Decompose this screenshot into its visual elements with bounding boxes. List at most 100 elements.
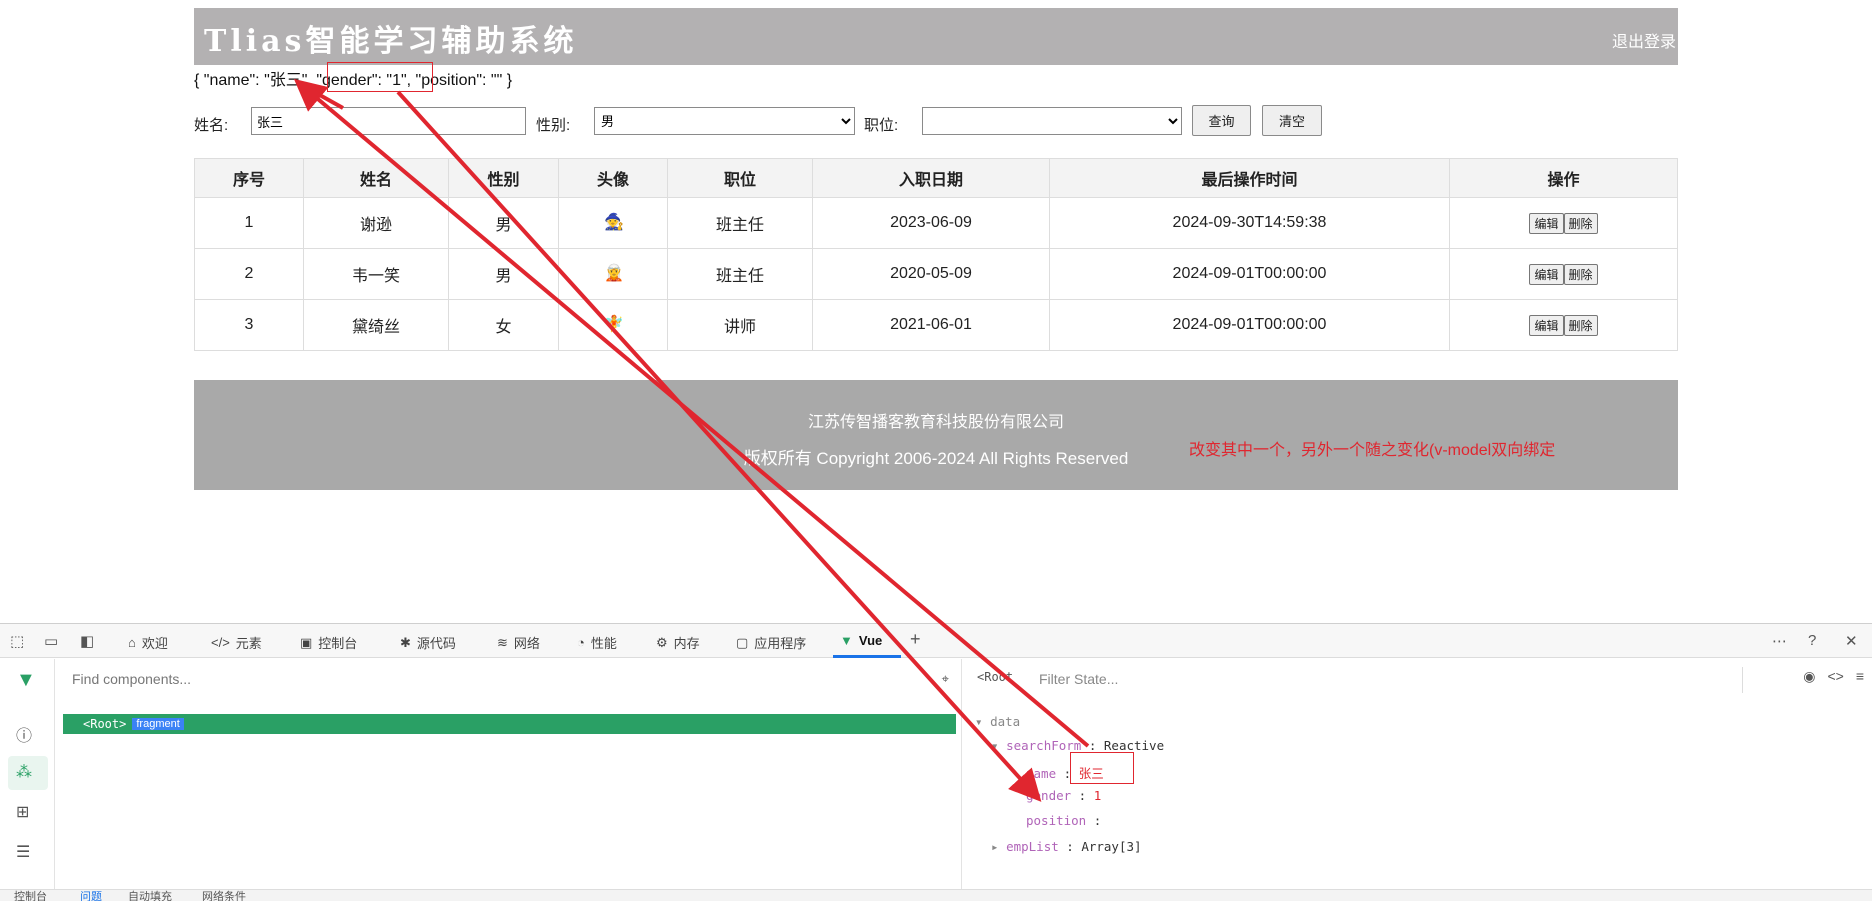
- menu-icon[interactable]: ≡: [1856, 668, 1864, 685]
- company-name: 江苏传智播客教育科技股份有限公司: [807, 414, 1064, 431]
- tree-row-emplist[interactable]: ▸ empList : Array[3]: [991, 839, 1142, 854]
- table-row: 3 黛绮丝 女 🧚 讲师 2021-06-01 2024-09-01T00:00…: [194, 299, 1678, 351]
- tab-label: 欢迎: [141, 636, 168, 651]
- tab-elements[interactable]: </> 元素: [211, 633, 262, 652]
- avatar-image: 🧝: [604, 265, 624, 282]
- cell-position: 讲师: [667, 299, 813, 351]
- cell-no: 3: [194, 299, 304, 351]
- cell-position: 班主任: [667, 248, 813, 300]
- bottom-tab-console[interactable]: 控制台: [14, 888, 47, 901]
- tab-vue[interactable]: ▼ Vue: [840, 633, 882, 648]
- edit-button[interactable]: 编辑: [1529, 212, 1564, 234]
- add-tab-icon[interactable]: +: [910, 629, 921, 650]
- cell-gender: 女: [448, 299, 559, 351]
- query-button[interactable]: 查询: [1192, 105, 1251, 136]
- dock-icon[interactable]: ◧: [80, 632, 94, 650]
- device-icon[interactable]: ▭: [44, 632, 58, 650]
- section-label: data: [990, 714, 1021, 729]
- clear-button[interactable]: 清空: [1262, 105, 1322, 136]
- code-icon: </>: [211, 635, 230, 650]
- tab-label: 控制台: [318, 636, 358, 651]
- state-key: empList: [1006, 839, 1059, 854]
- state-key: searchForm: [1006, 738, 1082, 753]
- position-select[interactable]: [922, 107, 1182, 135]
- cell-name: 韦一笑: [303, 248, 449, 300]
- root-component-label: <Root>: [83, 717, 127, 731]
- tab-performance[interactable]: ◔ 性能: [577, 633, 617, 652]
- edit-button[interactable]: 编辑: [1529, 314, 1564, 336]
- edit-button[interactable]: 编辑: [1529, 263, 1564, 285]
- gender-label: 性别:: [536, 117, 571, 134]
- more-icon[interactable]: ⋯: [1772, 632, 1787, 650]
- header-update-time: 最后操作时间: [1049, 158, 1450, 198]
- header-entry-date: 入职日期: [812, 158, 1050, 198]
- tab-sources[interactable]: ✱ 源代码: [400, 633, 456, 652]
- select-component-icon[interactable]: ⌖: [942, 671, 949, 687]
- tab-console[interactable]: ▣ 控制台: [300, 633, 357, 652]
- tab-application[interactable]: ▢ 应用程序: [736, 633, 806, 652]
- tree-row-data[interactable]: ▾ data: [975, 714, 1020, 729]
- components-icon[interactable]: ⁂: [16, 762, 32, 782]
- state-key: gender: [1026, 788, 1072, 803]
- info-icon[interactable]: ⓘ: [16, 722, 32, 746]
- annotation-note: 改变其中一个，另外一个随之变化(v-model双向绑定: [1189, 442, 1556, 459]
- code-icon[interactable]: <>: [1827, 668, 1843, 685]
- tab-label: 应用程序: [754, 636, 807, 651]
- bug-icon: ✱: [400, 634, 411, 650]
- bottom-tab-issues[interactable]: 问题: [80, 888, 102, 901]
- tab-label: 源代码: [416, 636, 456, 651]
- cell-update-time: 2024-09-01T00:00:00: [1049, 299, 1450, 351]
- tab-welcome[interactable]: ⌂ 欢迎: [128, 633, 168, 652]
- tab-label: Vue: [858, 633, 883, 648]
- table-row: 1 谢逊 男 🧙 班主任 2023-06-09 2024-09-30T14:59…: [194, 197, 1678, 249]
- avatar-image: 🧙: [604, 214, 624, 231]
- gender-select[interactable]: 男: [594, 107, 855, 135]
- settings-icon[interactable]: ☰: [16, 842, 30, 862]
- tree-row-gender[interactable]: gender : 1: [1026, 788, 1101, 803]
- header-position: 职位: [667, 158, 813, 198]
- tab-memory[interactable]: ⚙ 内存: [656, 633, 700, 652]
- logout-link[interactable]: 退出登录: [1612, 28, 1676, 52]
- find-components-input[interactable]: Find components...: [62, 667, 952, 693]
- bottom-tab-network-conditions[interactable]: 网络条件: [202, 888, 246, 901]
- employee-table: 序号 姓名 性别 头像 职位 入职日期 最后操作时间 操作 1 谢逊 男 🧙 班…: [194, 158, 1678, 351]
- cell-gender: 男: [448, 248, 559, 300]
- components-pane: Find components... ⌖ <Root> fragment: [56, 659, 962, 901]
- tree-row-position[interactable]: position :: [1026, 813, 1101, 828]
- home-icon: ⌂: [128, 635, 136, 650]
- eye-icon[interactable]: ◉: [1803, 668, 1815, 685]
- filter-state-input[interactable]: Filter State...: [1029, 667, 1743, 693]
- table-row: 2 韦一笑 男 🧝 班主任 2020-05-09 2024-09-01T00:0…: [194, 248, 1678, 300]
- avatar-image: 🧚: [604, 316, 624, 333]
- tree-row-searchform[interactable]: ▾ searchForm : Reactive: [991, 738, 1164, 753]
- close-icon[interactable]: ✕: [1845, 632, 1858, 650]
- app-icon: ▢: [736, 634, 749, 650]
- devtools-panel: ⬚ ▭ ◧ ⌂ 欢迎 </> 元素 ▣ 控制台 ✱ 源代码 ≋ 网络 ◔ 性能 ⚙ 内存 ▢ 应…: [0, 623, 1872, 901]
- tab-label: 元素: [235, 636, 262, 651]
- bottom-tab-autofill[interactable]: 自动填充: [128, 888, 172, 901]
- highlight-box-gender: [327, 62, 433, 92]
- devtools-bottom-tabs: 控制台 问题 自动填充 网络条件: [0, 889, 1872, 901]
- tab-label: 内存: [673, 636, 700, 651]
- cell-entry-date: 2020-05-09: [812, 248, 1050, 300]
- help-icon[interactable]: ?: [1808, 632, 1816, 649]
- root-component-row[interactable]: <Root> fragment: [63, 714, 956, 734]
- cell-avatar: 🧝: [558, 248, 668, 300]
- delete-button[interactable]: 删除: [1563, 212, 1598, 234]
- active-tab-indicator: [833, 655, 901, 658]
- state-value: Reactive: [1103, 738, 1165, 753]
- header-actions: 操作: [1449, 158, 1678, 198]
- root-breadcrumb[interactable]: <Root: [977, 670, 1013, 684]
- tab-label: 性能: [590, 636, 617, 651]
- tab-network[interactable]: ≋ 网络: [497, 633, 540, 652]
- delete-button[interactable]: 删除: [1563, 263, 1598, 285]
- cell-actions: 编辑 删除: [1449, 248, 1678, 300]
- delete-button[interactable]: 删除: [1563, 314, 1598, 336]
- highlight-box-name-value: [1070, 752, 1134, 784]
- vue-logo-icon: ▼: [16, 669, 36, 691]
- devtools-toolbar: ⬚ ▭ ◧ ⌂ 欢迎 </> 元素 ▣ 控制台 ✱ 源代码 ≋ 网络 ◔ 性能 ⚙ 内存 ▢ 应…: [0, 624, 1872, 658]
- tree-icon[interactable]: ⊞: [16, 802, 29, 822]
- inspect-icon[interactable]: ⬚: [10, 632, 24, 650]
- name-input[interactable]: [251, 107, 526, 135]
- cell-actions: 编辑 删除: [1449, 299, 1678, 351]
